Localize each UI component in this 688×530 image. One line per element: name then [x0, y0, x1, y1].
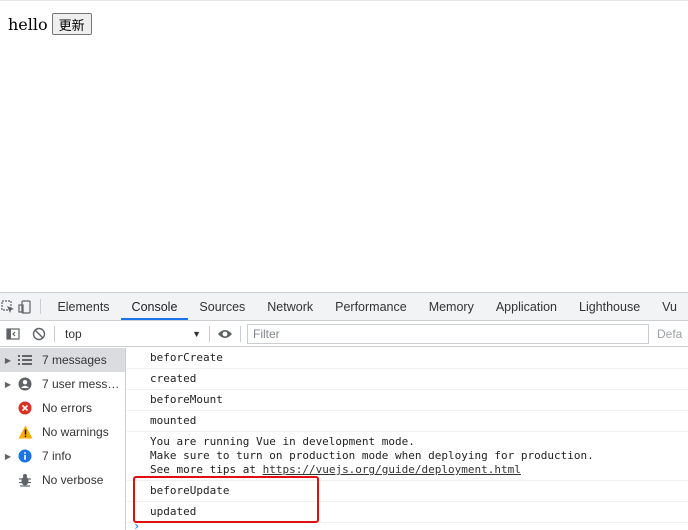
console-message: created: [127, 369, 688, 390]
console-toolbar: top ▼ Filter Defa: [0, 321, 688, 347]
sidebar-item-label: 7 info: [42, 449, 72, 463]
tab-memory[interactable]: Memory: [418, 293, 485, 320]
user-icon: [16, 376, 34, 392]
message-line: Make sure to turn on production mode whe…: [150, 449, 594, 462]
log-levels-dropdown[interactable]: Defa: [657, 327, 682, 341]
tab-network[interactable]: Network: [256, 293, 324, 320]
page-content: hello 更新: [8, 13, 92, 35]
console-message-vue-dev-mode: You are running Vue in development mode.…: [127, 432, 688, 481]
deployment-guide-link[interactable]: https://vuejs.org/guide/deployment.html: [263, 463, 521, 476]
tab-performance[interactable]: Performance: [324, 293, 418, 320]
bug-icon: [16, 472, 34, 488]
sidebar-item-user-messages[interactable]: ▶ 7 user mess…: [0, 372, 125, 396]
console-messages: beforCreate created beforeMount mounted …: [127, 348, 688, 530]
list-icon: [16, 352, 34, 368]
sidebar-item-errors[interactable]: No errors: [0, 396, 125, 420]
update-button[interactable]: 更新: [51, 13, 92, 35]
tab-lighthouse[interactable]: Lighthouse: [568, 293, 651, 320]
tab-console[interactable]: Console: [120, 293, 189, 320]
console-message: updated: [127, 502, 688, 523]
context-selector[interactable]: top ▼: [57, 324, 207, 344]
live-expression-eye-icon[interactable]: [212, 321, 238, 347]
dropdown-arrow-icon: ▼: [192, 328, 201, 339]
sidebar-item-label: 7 user mess…: [42, 377, 120, 391]
sidebar-item-label: No warnings: [42, 425, 109, 439]
expand-triangle-icon[interactable]: ▶: [0, 380, 16, 389]
console-prompt[interactable]: ›: [133, 519, 140, 530]
console-message: beforCreate: [127, 348, 688, 369]
sidebar-item-verbose[interactable]: No verbose: [0, 468, 125, 492]
toolbar-separator: [54, 325, 55, 342]
sidebar-item-info[interactable]: ▶ 7 info: [0, 444, 125, 468]
console-message: beforeMount: [127, 390, 688, 411]
rendered-page: hello 更新: [0, 0, 688, 292]
tab-elements[interactable]: Elements: [46, 293, 120, 320]
sidebar-item-label: No errors: [42, 401, 93, 415]
console-message: beforeUpdate: [127, 481, 688, 502]
sidebar-item-messages[interactable]: ▶ 7 messages: [0, 348, 125, 372]
sidebar-item-label: 7 messages: [42, 353, 107, 367]
message-line: See more tips at: [150, 463, 263, 476]
device-toolbar-icon[interactable]: [17, 293, 34, 320]
devtools-tabbar: Elements Console Sources Network Perform…: [0, 293, 688, 321]
tab-sources[interactable]: Sources: [188, 293, 256, 320]
console-sidebar: ▶ 7 messages ▶ 7 user mess… No errors No…: [0, 348, 126, 530]
expand-triangle-icon[interactable]: ▶: [0, 452, 16, 461]
context-label: top: [65, 326, 82, 341]
sidebar-item-label: No verbose: [42, 473, 104, 487]
clear-console-icon[interactable]: [26, 321, 52, 347]
info-icon: [16, 448, 34, 464]
console-message: mounted: [127, 411, 688, 432]
error-icon: [16, 400, 34, 416]
inspect-element-icon[interactable]: [0, 293, 17, 320]
sidebar-item-warnings[interactable]: No warnings: [0, 420, 125, 444]
tab-application[interactable]: Application: [485, 293, 568, 320]
toolbar-separator: [240, 325, 241, 342]
hello-text: hello: [8, 14, 48, 34]
tab-separator: [39, 299, 41, 314]
devtools-panel: Elements Console Sources Network Perform…: [0, 292, 688, 530]
message-line: You are running Vue in development mode.: [150, 435, 415, 448]
sidebar-toggle-icon[interactable]: [0, 321, 26, 347]
filter-input[interactable]: Filter: [247, 323, 649, 344]
toolbar-separator: [209, 325, 210, 342]
warning-icon: [16, 424, 34, 440]
tab-vue[interactable]: Vu: [651, 293, 688, 320]
expand-triangle-icon[interactable]: ▶: [0, 356, 16, 365]
